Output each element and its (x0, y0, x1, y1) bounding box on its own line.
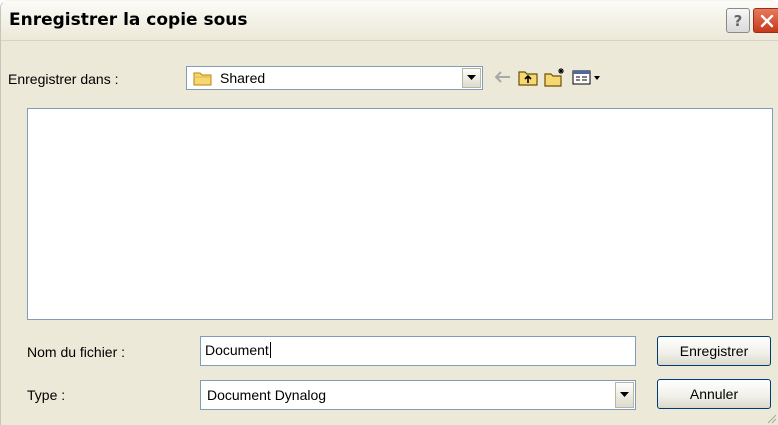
filename-value: Document (205, 342, 269, 358)
type-value: Document Dynalog (207, 387, 327, 403)
save-in-label: Enregistrer dans : (8, 71, 119, 87)
file-list[interactable] (27, 108, 773, 320)
view-menu-button[interactable] (571, 66, 603, 88)
resize-grip-icon[interactable] (765, 412, 777, 424)
text-caret (269, 342, 271, 358)
chevron-down-icon (467, 75, 476, 80)
filename-label: Nom du fichier : (27, 344, 126, 360)
save-as-dialog: Enregistrer la copie sous ? Enregistrer … (0, 0, 778, 425)
dialog-title: Enregistrer la copie sous (9, 10, 248, 30)
close-button[interactable] (753, 8, 778, 33)
type-combo[interactable]: Document Dynalog (200, 380, 636, 410)
new-folder-button[interactable] (544, 66, 566, 88)
up-folder-button[interactable] (517, 66, 539, 88)
up-folder-icon (518, 71, 538, 86)
save-in-combo[interactable]: Shared (186, 66, 483, 90)
close-icon (760, 14, 773, 27)
back-arrow-icon (495, 71, 510, 83)
title-bar: Enregistrer la copie sous ? (1, 1, 778, 41)
filename-input[interactable]: Document (200, 336, 636, 366)
new-folder-icon (544, 68, 564, 87)
save-button[interactable]: Enregistrer (657, 336, 771, 366)
help-button[interactable]: ? (726, 8, 750, 33)
view-menu-icon (572, 70, 600, 85)
folder-icon (193, 72, 212, 86)
save-in-value: Shared (220, 70, 266, 86)
cancel-button[interactable]: Annuler (657, 379, 771, 409)
save-in-dropdown-button[interactable] (462, 68, 481, 88)
type-dropdown-button[interactable] (615, 382, 634, 408)
type-label: Type : (27, 387, 66, 403)
back-button[interactable] (492, 66, 514, 88)
chevron-down-icon (620, 392, 629, 397)
